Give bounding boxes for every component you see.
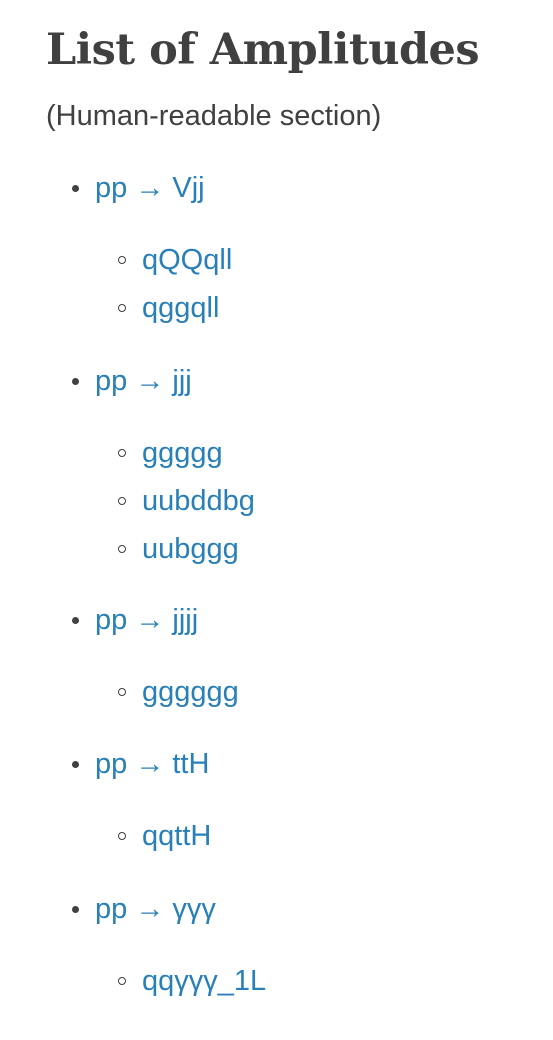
page-title: List of Amplitudes	[46, 25, 480, 75]
bullet-circle-icon	[118, 304, 126, 312]
bullet-circle-icon	[118, 977, 126, 985]
bullet-circle-icon	[118, 449, 126, 457]
process-row: pp → jjjj	[0, 600, 553, 640]
page-subtitle: (Human-readable section)	[46, 100, 382, 132]
amplitude-item: ggggg	[0, 433, 553, 473]
amplitude-item: uubggg	[0, 529, 553, 569]
bullet-circle-icon	[118, 497, 126, 505]
amplitude-item: qqγγγ_1L	[0, 961, 553, 1001]
amplitude-item: uubddbg	[0, 481, 553, 521]
process-link[interactable]: pp → γγγ	[95, 889, 216, 929]
amplitude-link[interactable]: qQQqll	[142, 240, 232, 280]
process-row: pp → Vjj	[0, 168, 553, 208]
process-link[interactable]: pp → jjjj	[95, 600, 198, 640]
process-link[interactable]: pp → jjj	[95, 361, 192, 401]
process-row: pp → γγγ	[0, 889, 553, 929]
bullet-disc-icon	[72, 185, 79, 192]
process-link[interactable]: pp → ttH	[95, 744, 209, 784]
process-row: pp → ttH	[0, 744, 553, 784]
bullet-circle-icon	[118, 832, 126, 840]
amplitude-link[interactable]: uubddbg	[142, 481, 255, 521]
process-link[interactable]: pp → Vjj	[95, 168, 205, 208]
amplitude-item: gggggg	[0, 672, 553, 712]
amplitude-link[interactable]: qggqll	[142, 288, 219, 328]
amplitude-link[interactable]: qqttH	[142, 816, 211, 856]
amplitude-item: qqttH	[0, 816, 553, 856]
bullet-disc-icon	[72, 617, 79, 624]
bullet-circle-icon	[118, 545, 126, 553]
bullet-disc-icon	[72, 378, 79, 385]
amplitude-link[interactable]: ggggg	[142, 433, 223, 473]
amplitude-link[interactable]: gggggg	[142, 672, 239, 712]
bullet-disc-icon	[72, 761, 79, 768]
bullet-disc-icon	[72, 906, 79, 913]
amplitude-link[interactable]: uubggg	[142, 529, 239, 569]
document-page: List of Amplitudes (Human-readable secti…	[0, 0, 553, 1040]
bullet-circle-icon	[118, 688, 126, 696]
bullet-circle-icon	[118, 256, 126, 264]
amplitude-link[interactable]: qqγγγ_1L	[142, 961, 266, 1001]
amplitude-item: qggqll	[0, 288, 553, 328]
amplitude-item: qQQqll	[0, 240, 553, 280]
process-row: pp → jjj	[0, 361, 553, 401]
